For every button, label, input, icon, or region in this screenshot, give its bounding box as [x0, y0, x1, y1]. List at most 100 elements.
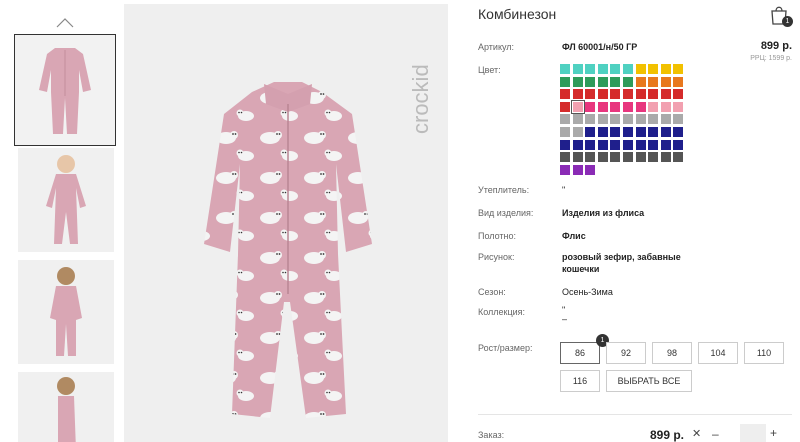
- color-swatch[interactable]: [610, 64, 621, 74]
- thumbnail-3[interactable]: [18, 372, 114, 442]
- color-swatch[interactable]: [560, 76, 570, 87]
- chevron-up-icon[interactable]: [56, 18, 74, 28]
- size-button-110[interactable]: 110: [744, 342, 784, 364]
- color-swatch[interactable]: [585, 89, 596, 100]
- color-swatch[interactable]: [610, 76, 621, 87]
- color-swatch[interactable]: [610, 127, 621, 137]
- color-swatch[interactable]: [560, 164, 570, 175]
- size-button-104[interactable]: 104: [698, 342, 738, 364]
- quantity-minus-button[interactable]: –: [712, 427, 719, 441]
- color-swatch[interactable]: [635, 152, 646, 163]
- color-swatch[interactable]: [623, 114, 633, 125]
- color-swatch[interactable]: [560, 114, 570, 125]
- color-swatch[interactable]: [585, 114, 596, 125]
- color-swatch[interactable]: [597, 89, 608, 100]
- color-swatch[interactable]: [610, 152, 621, 163]
- color-swatch[interactable]: [597, 152, 608, 163]
- color-swatch[interactable]: [560, 64, 570, 74]
- color-swatch[interactable]: [648, 114, 659, 125]
- quantity-plus-button[interactable]: +: [770, 426, 777, 440]
- clear-order-icon[interactable]: ✕: [692, 427, 701, 440]
- color-swatch[interactable]: [570, 99, 585, 114]
- color-swatch[interactable]: [572, 164, 583, 175]
- color-swatch[interactable]: [635, 127, 646, 137]
- color-swatch[interactable]: [648, 101, 659, 112]
- color-swatch[interactable]: [673, 89, 684, 100]
- color-swatch[interactable]: [597, 64, 608, 74]
- color-swatch[interactable]: [585, 139, 596, 150]
- color-swatch[interactable]: [648, 89, 659, 100]
- color-swatch[interactable]: [623, 64, 633, 74]
- color-swatch[interactable]: [572, 64, 583, 74]
- color-swatch[interactable]: [660, 152, 671, 163]
- thumbnail-1[interactable]: [18, 148, 114, 252]
- select-all-button[interactable]: ВЫБРАТЬ ВСЕ: [606, 370, 692, 392]
- color-swatch[interactable]: [660, 89, 671, 100]
- thumbnail-0[interactable]: [14, 34, 116, 146]
- color-swatch[interactable]: [660, 101, 671, 112]
- quantity-input[interactable]: [740, 424, 766, 442]
- color-swatch[interactable]: [623, 127, 633, 137]
- color-swatch[interactable]: [673, 101, 684, 112]
- color-swatch[interactable]: [673, 127, 684, 137]
- color-swatch[interactable]: [585, 127, 596, 137]
- color-swatch[interactable]: [585, 76, 596, 87]
- color-swatch[interactable]: [648, 64, 659, 74]
- color-swatch[interactable]: [648, 152, 659, 163]
- color-swatch[interactable]: [560, 127, 570, 137]
- color-swatch[interactable]: [572, 89, 583, 100]
- color-swatch[interactable]: [635, 101, 646, 112]
- color-swatch[interactable]: [572, 139, 583, 150]
- color-swatch[interactable]: [572, 76, 583, 87]
- color-swatch[interactable]: [610, 114, 621, 125]
- color-swatch[interactable]: [635, 64, 646, 74]
- color-swatch[interactable]: [585, 164, 596, 175]
- color-swatch[interactable]: [635, 139, 646, 150]
- color-swatch[interactable]: [610, 139, 621, 150]
- color-swatch[interactable]: [610, 89, 621, 100]
- color-swatch[interactable]: [585, 152, 596, 163]
- size-label: Рост/размер:: [478, 343, 533, 353]
- size-button-92[interactable]: 92: [606, 342, 646, 364]
- color-swatch[interactable]: [597, 76, 608, 87]
- size-button-98[interactable]: 98: [652, 342, 692, 364]
- color-swatch[interactable]: [585, 64, 596, 74]
- color-swatch[interactable]: [648, 139, 659, 150]
- color-swatch[interactable]: [560, 101, 570, 112]
- thumbnail-2[interactable]: [18, 260, 114, 364]
- color-swatch[interactable]: [635, 89, 646, 100]
- color-swatch[interactable]: [623, 76, 633, 87]
- color-swatch[interactable]: [623, 89, 633, 100]
- color-swatch[interactable]: [673, 76, 684, 87]
- color-swatch[interactable]: [635, 114, 646, 125]
- color-swatch[interactable]: [597, 139, 608, 150]
- color-swatch[interactable]: [610, 101, 621, 112]
- color-swatch[interactable]: [560, 152, 570, 163]
- color-swatch[interactable]: [560, 139, 570, 150]
- color-swatch[interactable]: [585, 101, 596, 112]
- color-swatch[interactable]: [560, 89, 570, 100]
- color-swatch[interactable]: [597, 114, 608, 125]
- color-swatch[interactable]: [648, 76, 659, 87]
- color-swatch[interactable]: [673, 64, 684, 74]
- color-swatch[interactable]: [660, 64, 671, 74]
- color-swatch[interactable]: [623, 101, 633, 112]
- color-swatch[interactable]: [623, 152, 633, 163]
- color-swatch[interactable]: [660, 76, 671, 87]
- color-swatch[interactable]: [572, 114, 583, 125]
- size-button-86[interactable]: 86: [560, 342, 600, 364]
- color-swatch[interactable]: [660, 139, 671, 150]
- color-swatch[interactable]: [648, 127, 659, 137]
- color-swatch[interactable]: [673, 152, 684, 163]
- color-swatch[interactable]: [623, 139, 633, 150]
- color-swatch[interactable]: [673, 139, 684, 150]
- color-swatch[interactable]: [597, 101, 608, 112]
- color-swatch[interactable]: [597, 127, 608, 137]
- color-swatch[interactable]: [673, 114, 684, 125]
- color-swatch[interactable]: [660, 127, 671, 137]
- color-swatch[interactable]: [635, 76, 646, 87]
- color-swatch[interactable]: [572, 152, 583, 163]
- size-button-116[interactable]: 116: [560, 370, 600, 392]
- color-swatch[interactable]: [660, 114, 671, 125]
- color-swatch[interactable]: [572, 127, 583, 137]
